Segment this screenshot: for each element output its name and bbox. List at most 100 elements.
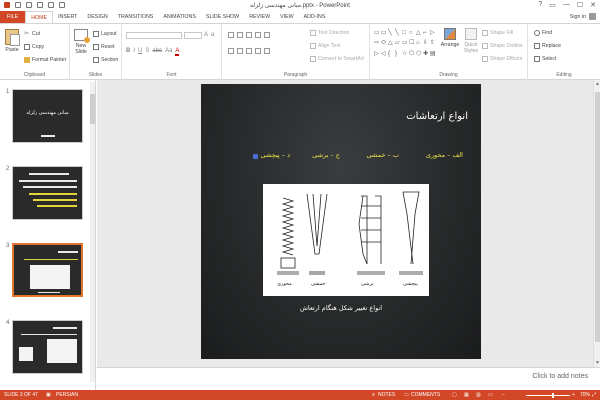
align-right-icon[interactable] — [246, 48, 252, 54]
shape-option[interactable]: ▭ — [402, 40, 408, 49]
new-slide-button[interactable]: New Slide — [72, 29, 90, 55]
shape-option[interactable]: ▤ — [430, 51, 436, 60]
shape-option[interactable]: ▷ — [430, 30, 436, 39]
text-direction-button[interactable]: Text Direction — [310, 30, 349, 36]
shape-option[interactable]: ⇨ — [374, 40, 380, 49]
minimize-icon[interactable]: — — [563, 1, 570, 9]
help-icon[interactable]: ? — [538, 1, 542, 9]
align-left-icon[interactable] — [228, 48, 234, 54]
scroll-up-icon[interactable]: ▲ — [594, 81, 600, 87]
shape-option[interactable]: ☐ — [409, 40, 415, 49]
columns-icon[interactable] — [264, 48, 270, 54]
editor-scrollbar[interactable]: ▲ ▼ — [593, 80, 600, 367]
shape-option[interactable]: ✚ — [423, 51, 429, 60]
figure-caption[interactable]: انواع تغییر شکل هنگام ارتعاش — [201, 304, 481, 312]
slideshow-view-icon[interactable]: ▭ — [488, 392, 493, 398]
shape-option[interactable]: □ — [402, 30, 408, 39]
reading-view-icon[interactable]: ▥ — [476, 392, 481, 398]
maximize-icon[interactable]: ☐ — [577, 1, 583, 9]
shrink-font-icon[interactable]: a — [211, 32, 214, 38]
shape-option[interactable]: ⌐ — [423, 30, 429, 39]
italic-button[interactable]: I — [133, 48, 135, 56]
shape-option[interactable]: ☆ — [402, 51, 408, 60]
section-button[interactable]: Section — [93, 57, 118, 63]
notes-placeholder[interactable]: Click to add notes — [532, 373, 588, 380]
numbering-icon[interactable] — [237, 32, 243, 38]
thumbnail-slide-3[interactable] — [12, 243, 83, 297]
shape-outline-button[interactable]: Shape Outline — [482, 43, 523, 49]
shape-option[interactable]: ⬭ — [381, 40, 387, 49]
shape-option[interactable]: ╲ — [395, 30, 401, 39]
thumbnail-slide-1[interactable]: مبانی مهندسی زلزله — [12, 89, 83, 143]
select-button[interactable]: Select — [534, 56, 556, 62]
close-icon[interactable]: ✕ — [590, 1, 596, 9]
zoom-out-icon[interactable]: − — [502, 392, 505, 398]
zoom-in-icon[interactable]: + — [572, 392, 575, 398]
scroll-down-icon[interactable]: ▼ — [594, 360, 600, 366]
convert-smartart-button[interactable]: Convert to SmartArt — [310, 56, 364, 62]
find-button[interactable]: Find — [534, 30, 552, 36]
shape-option[interactable]: ▭ — [381, 30, 387, 39]
font-name-combo[interactable] — [126, 32, 182, 39]
justify-icon[interactable] — [255, 48, 261, 54]
shadow-button[interactable]: S — [145, 48, 149, 56]
shape-option[interactable]: △ — [388, 40, 394, 49]
align-center-icon[interactable] — [237, 48, 243, 54]
thumbnails-scrollbar-thumb[interactable] — [90, 94, 95, 124]
underline-button[interactable]: U — [138, 48, 142, 56]
tab-design[interactable]: DESIGN — [82, 11, 112, 23]
notes-pane[interactable]: Click to add notes — [97, 367, 600, 389]
ribbon-display-icon[interactable]: ▭ — [549, 1, 556, 9]
thumbnail-slide-4[interactable] — [12, 320, 83, 374]
shape-option[interactable]: ▷ — [374, 51, 380, 60]
normal-view-icon[interactable]: ▢ — [452, 392, 457, 398]
zoom-level[interactable]: 70% — [580, 392, 590, 398]
layout-button[interactable]: Layout — [93, 31, 117, 37]
align-text-button[interactable]: Align Text — [310, 43, 340, 49]
shape-option[interactable]: ⬡ — [416, 51, 422, 60]
shape-option[interactable]: ⬠ — [409, 51, 415, 60]
font-color-button[interactable]: A — [175, 48, 180, 56]
change-case-button[interactable]: Aa — [165, 48, 172, 56]
tab-transitions[interactable]: TRANSITIONS — [113, 11, 159, 23]
quick-styles-button[interactable]: Quick Styles — [461, 28, 481, 54]
shape-option[interactable]: } — [395, 51, 401, 60]
shapes-gallery[interactable]: ▭ ▭ ╲ ╲ □ ○ △ ⌐ ▷ ⇨ ⬭ △ ▱ ▭ ☐ ⌂ ⇩ ⇧ ▷ ◁{} ☆ ⬠ ⬡ ✚ ▤ — [374, 30, 436, 60]
decrease-indent-icon[interactable] — [246, 32, 252, 38]
paste-button[interactable]: Paste — [3, 29, 21, 53]
shape-effects-button[interactable]: Shape Effects — [482, 56, 522, 62]
increase-indent-icon[interactable] — [255, 32, 261, 38]
format-painter-button[interactable]: Format Painter — [24, 57, 66, 63]
shape-option[interactable]: ⇩ — [423, 40, 429, 49]
bold-button[interactable]: B — [126, 48, 130, 56]
tab-slide-show[interactable]: SLIDE SHOW — [201, 11, 244, 23]
editor-scrollbar-thumb[interactable] — [595, 92, 600, 342]
shape-option[interactable]: ▭ — [374, 30, 380, 39]
tab-insert[interactable]: INSERT — [53, 11, 82, 23]
fit-to-window-icon[interactable]: ⤢ — [592, 392, 596, 398]
grow-font-icon[interactable]: A — [204, 32, 208, 38]
shape-option[interactable]: ○ — [409, 30, 415, 39]
shape-option[interactable]: ⇧ — [430, 40, 436, 49]
spellcheck-icon[interactable]: ▣ — [46, 392, 51, 398]
current-slide[interactable]: انواع ارتعاشات الف – محوری ب – خمشی ج – … — [201, 84, 481, 359]
thumbnails-scrollbar[interactable] — [90, 82, 95, 382]
shape-option[interactable]: ◁ — [381, 51, 387, 60]
sign-in-link[interactable]: Sign in — [570, 14, 586, 20]
slide-sorter-icon[interactable]: ▦ — [464, 392, 469, 398]
copy-button[interactable]: Copy — [24, 44, 44, 50]
notes-button[interactable]: NOTES — [378, 392, 395, 398]
shape-option[interactable]: △ — [416, 30, 422, 39]
slide-title[interactable]: انواع ارتعاشات — [406, 111, 468, 122]
shape-option[interactable]: ╲ — [388, 30, 394, 39]
font-size-combo[interactable] — [184, 32, 202, 39]
tab-animations[interactable]: ANIMATIONS — [158, 11, 201, 23]
shape-fill-button[interactable]: Shape Fill — [482, 30, 513, 36]
tab-add-ins[interactable]: ADD-INS — [299, 11, 331, 23]
avatar[interactable] — [589, 13, 596, 20]
cut-button[interactable]: ✂ Cut — [24, 31, 40, 37]
tab-file[interactable]: FILE — [0, 11, 26, 23]
line-spacing-icon[interactable] — [264, 32, 270, 38]
arrange-button[interactable]: Arrange — [440, 28, 460, 48]
replace-button[interactable]: Replace — [534, 43, 561, 49]
